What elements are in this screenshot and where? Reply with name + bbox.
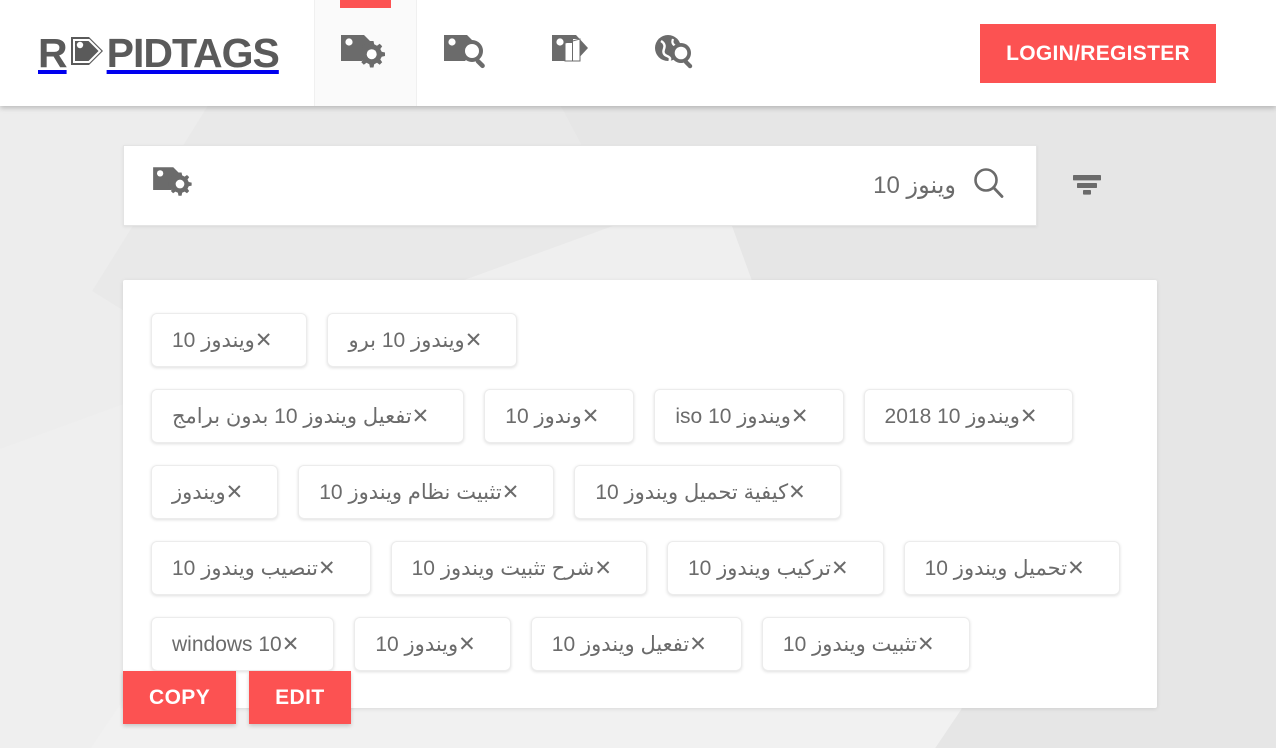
tag-remove-icon[interactable]: ✕ (1067, 558, 1085, 579)
tag-remove-icon[interactable]: ✕ (582, 406, 600, 427)
search-box[interactable] (123, 145, 1037, 226)
logo-text-prefix: R (38, 29, 68, 76)
tag-chip[interactable]: تركيب ويندوز 10 ✕ (666, 541, 884, 595)
tag-remove-icon[interactable]: ✕ (1020, 406, 1038, 427)
tag-remove-icon[interactable]: ✕ (502, 482, 520, 503)
tag-chart-icon (544, 29, 600, 77)
tag-chip[interactable]: وندوز 10 ✕ (484, 389, 635, 443)
tag-chip[interactable]: ويندوز 10 2018 ✕ (863, 389, 1073, 443)
tag-icon (67, 31, 107, 76)
tag-label: ويندوز (172, 480, 226, 504)
tag-remove-icon[interactable]: ✕ (788, 482, 806, 503)
tag-remove-icon[interactable]: ✕ (458, 634, 476, 655)
logo-area: R PIDTAGS (0, 0, 314, 106)
tag-chip[interactable]: كيفية تحميل ويندوز 10 ✕ (574, 465, 841, 519)
tag-label: وندوز 10 (505, 404, 582, 428)
search-icon (970, 165, 1008, 206)
tag-remove-icon[interactable]: ✕ (917, 634, 935, 655)
tag-chip[interactable]: تثبيت ويندوز 10 ✕ (761, 617, 970, 671)
nav-item-keyword-research[interactable] (623, 0, 726, 106)
tag-chip[interactable]: windows 10 ✕ (151, 617, 335, 671)
tag-label: شرح تثبيت ويندوز 10 (411, 556, 595, 580)
tag-label: تنصيب ويندوز 10 (172, 556, 319, 580)
tag-label: تثبيت ويندوز 10 (782, 632, 918, 656)
search-button[interactable] (964, 165, 1014, 206)
tag-label: windows 10 (172, 632, 282, 656)
tags-list: windows 10 ✕ ويندوز 10 ✕ تفعيل ويندوز 10 ✕ تثب… (141, 302, 1139, 682)
tag-remove-icon[interactable]: ✕ (255, 330, 273, 351)
tag-chip[interactable]: شرح تثبيت ويندوز 10 ✕ (390, 541, 647, 595)
tag-label: تركيب ويندوز 10 (687, 556, 831, 580)
tag-chip[interactable]: تثبيت نظام ويندوز 10 ✕ (298, 465, 555, 519)
tag-label: كيفية تحميل ويندوز 10 (595, 480, 789, 504)
copy-button[interactable]: COPY (123, 671, 237, 724)
brand-logo[interactable]: R PIDTAGS (38, 29, 280, 77)
tag-chip[interactable]: تفعيل ويندوز 10 بدون برامج ✕ (151, 389, 465, 443)
tag-label: تحميل ويندوز 10 (924, 556, 1068, 580)
filter-icon (1069, 169, 1105, 202)
tag-chip[interactable]: تفعيل ويندوز 10 ✕ (530, 617, 742, 671)
tag-remove-icon[interactable]: ✕ (412, 406, 430, 427)
tag-remove-icon[interactable]: ✕ (689, 634, 707, 655)
tags-card: windows 10 ✕ ويندوز 10 ✕ تفعيل ويندوز 10 ✕ تثب… (123, 280, 1157, 708)
tag-label: ويندوز 10 برو (348, 328, 465, 352)
tag-remove-icon[interactable]: ✕ (791, 406, 809, 427)
tag-label: تفعيل ويندوز 10 بدون برامج (172, 404, 412, 428)
tag-remove-icon[interactable]: ✕ (226, 482, 244, 503)
action-buttons: COPY EDIT (123, 671, 351, 724)
login-area: LOGIN/REGISTER (980, 0, 1276, 106)
tag-magnifier-icon (441, 29, 497, 77)
tag-remove-icon[interactable]: ✕ (282, 634, 300, 655)
site-header: R PIDTAGS LOGIN/REGISTER (0, 0, 1276, 106)
tag-remove-icon[interactable]: ✕ (318, 558, 336, 579)
edit-button[interactable]: EDIT (249, 671, 351, 724)
tag-chip[interactable]: ويندوز ✕ (151, 465, 279, 519)
tag-chip[interactable]: ويندوز 10 برو ✕ (327, 313, 518, 367)
tag-chip[interactable]: ويندوز 10 ✕ (151, 313, 308, 367)
nav-item-tag-analyzer[interactable] (520, 0, 623, 106)
tag-remove-icon[interactable]: ✕ (831, 558, 849, 579)
tag-label: ويندوز 10 (172, 328, 255, 352)
tag-label: ويندوز 10 (375, 632, 459, 656)
main-nav (314, 0, 726, 106)
tag-label: ويندوز 10 iso (675, 404, 791, 428)
tag-chip[interactable]: تحميل ويندوز 10 ✕ (903, 541, 1120, 595)
tag-label: ويندوز 10 2018 (884, 404, 1020, 428)
search-row (123, 145, 1119, 226)
tag-remove-icon[interactable]: ✕ (465, 330, 483, 351)
nav-item-tag-search[interactable] (417, 0, 520, 106)
logo-text-suffix: PIDTAGS (106, 29, 280, 76)
globe-magnifier-icon (647, 29, 703, 77)
tag-gear-icon (338, 29, 394, 77)
tag-label: تفعيل ويندوز 10 (551, 632, 690, 656)
tag-remove-icon[interactable]: ✕ (594, 558, 612, 579)
header-spacer (726, 0, 980, 106)
tag-chip[interactable]: ويندوز 10 iso ✕ (654, 389, 844, 443)
tag-label: تثبيت نظام ويندوز 10 (319, 480, 502, 504)
tag-chip[interactable]: ويندوز 10 ✕ (354, 617, 511, 671)
nav-item-tag-generator[interactable] (314, 0, 417, 106)
tag-gear-icon (150, 162, 200, 209)
filter-button[interactable] (1055, 145, 1119, 226)
tag-chip[interactable]: تنصيب ويندوز 10 ✕ (151, 541, 371, 595)
search-input[interactable] (218, 171, 964, 200)
login-register-button[interactable]: LOGIN/REGISTER (980, 23, 1216, 83)
